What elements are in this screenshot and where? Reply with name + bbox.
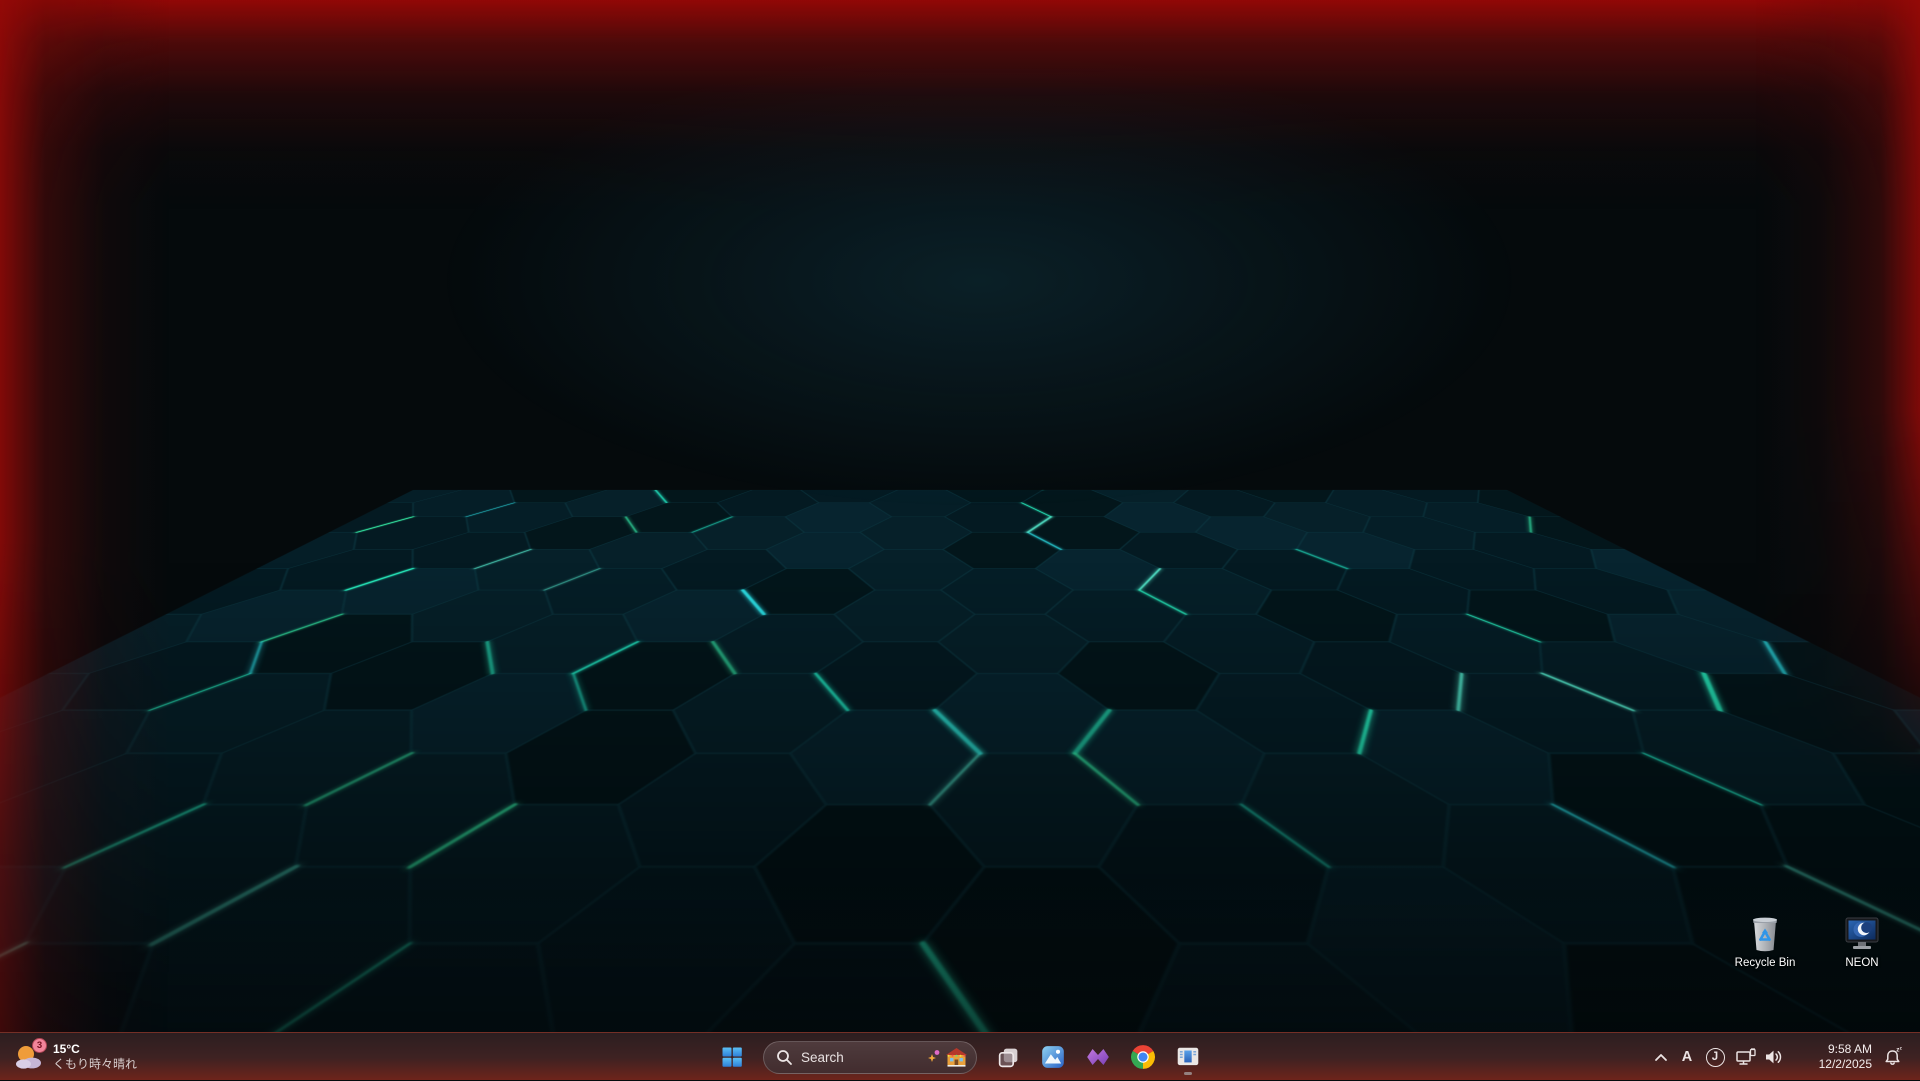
search-daily-image: [927, 1045, 970, 1069]
hidden-icons-chevron[interactable]: [1648, 1037, 1674, 1077]
desktop-wallpaper: [0, 0, 1920, 1080]
network-volume-button[interactable]: [1730, 1037, 1788, 1077]
task-view-icon: [996, 1045, 1021, 1070]
ime-mode-label: A: [1682, 1049, 1692, 1065]
weather-icon: 3: [14, 1042, 44, 1072]
tray-app-j-button[interactable]: J: [1700, 1037, 1730, 1077]
search-box[interactable]: Search: [763, 1041, 977, 1074]
search-placeholder: Search: [801, 1050, 919, 1065]
j-circle-icon: J: [1706, 1048, 1725, 1067]
photos-icon: [1040, 1044, 1066, 1070]
taskbar-icon-chrome[interactable]: [1123, 1037, 1163, 1077]
notification-count-badge: 3: [32, 1038, 47, 1053]
running-app-indicator: [1184, 1072, 1192, 1075]
notification-dnd-button[interactable]: z z: [1876, 1037, 1910, 1077]
ime-mode-button[interactable]: A: [1674, 1037, 1700, 1077]
tray-time: 9:58 AM: [1828, 1042, 1872, 1057]
desktop-icon-recycle-bin[interactable]: Recycle Bin: [1723, 915, 1807, 970]
recycle-bin-icon: [1746, 915, 1784, 953]
neon-app-icon: [1843, 915, 1881, 953]
network-ethernet-icon: [1735, 1047, 1757, 1067]
widgets-weather-button[interactable]: 3 15°C くもり時々晴れ: [0, 1033, 151, 1081]
tray-date: 12/2/2025: [1819, 1057, 1872, 1072]
task-view-button[interactable]: [988, 1037, 1028, 1077]
weather-temperature: 15°C: [53, 1042, 137, 1057]
chrome-icon: [1130, 1044, 1156, 1070]
display-app-icon: [1175, 1044, 1201, 1070]
chevron-up-icon: [1654, 1052, 1668, 1062]
hexagon-floor: [0, 490, 1920, 1080]
volume-icon: [1764, 1048, 1784, 1066]
clock-date-button[interactable]: 9:58 AM 12/2/2025: [1798, 1037, 1874, 1077]
start-button[interactable]: [712, 1037, 752, 1077]
desktop-icon-neon[interactable]: NEON: [1820, 915, 1904, 970]
taskbar-icon-visual-studio[interactable]: [1078, 1037, 1118, 1077]
taskbar-icon-photos[interactable]: [1033, 1037, 1073, 1077]
desktop-icon-label: Recycle Bin: [1735, 957, 1796, 970]
bell-dnd-icon: z z: [1882, 1046, 1904, 1068]
weather-condition: くもり時々晴れ: [53, 1057, 137, 1072]
svg-text:z: z: [1900, 1046, 1903, 1050]
search-icon: [776, 1049, 793, 1066]
desktop-icon-label: NEON: [1845, 957, 1878, 970]
taskbar: 3 15°C くもり時々晴れ Search: [0, 1032, 1920, 1080]
visual-studio-icon: [1085, 1044, 1111, 1070]
windows-logo-icon: [720, 1045, 744, 1069]
taskbar-icon-display-app[interactable]: [1168, 1037, 1208, 1077]
